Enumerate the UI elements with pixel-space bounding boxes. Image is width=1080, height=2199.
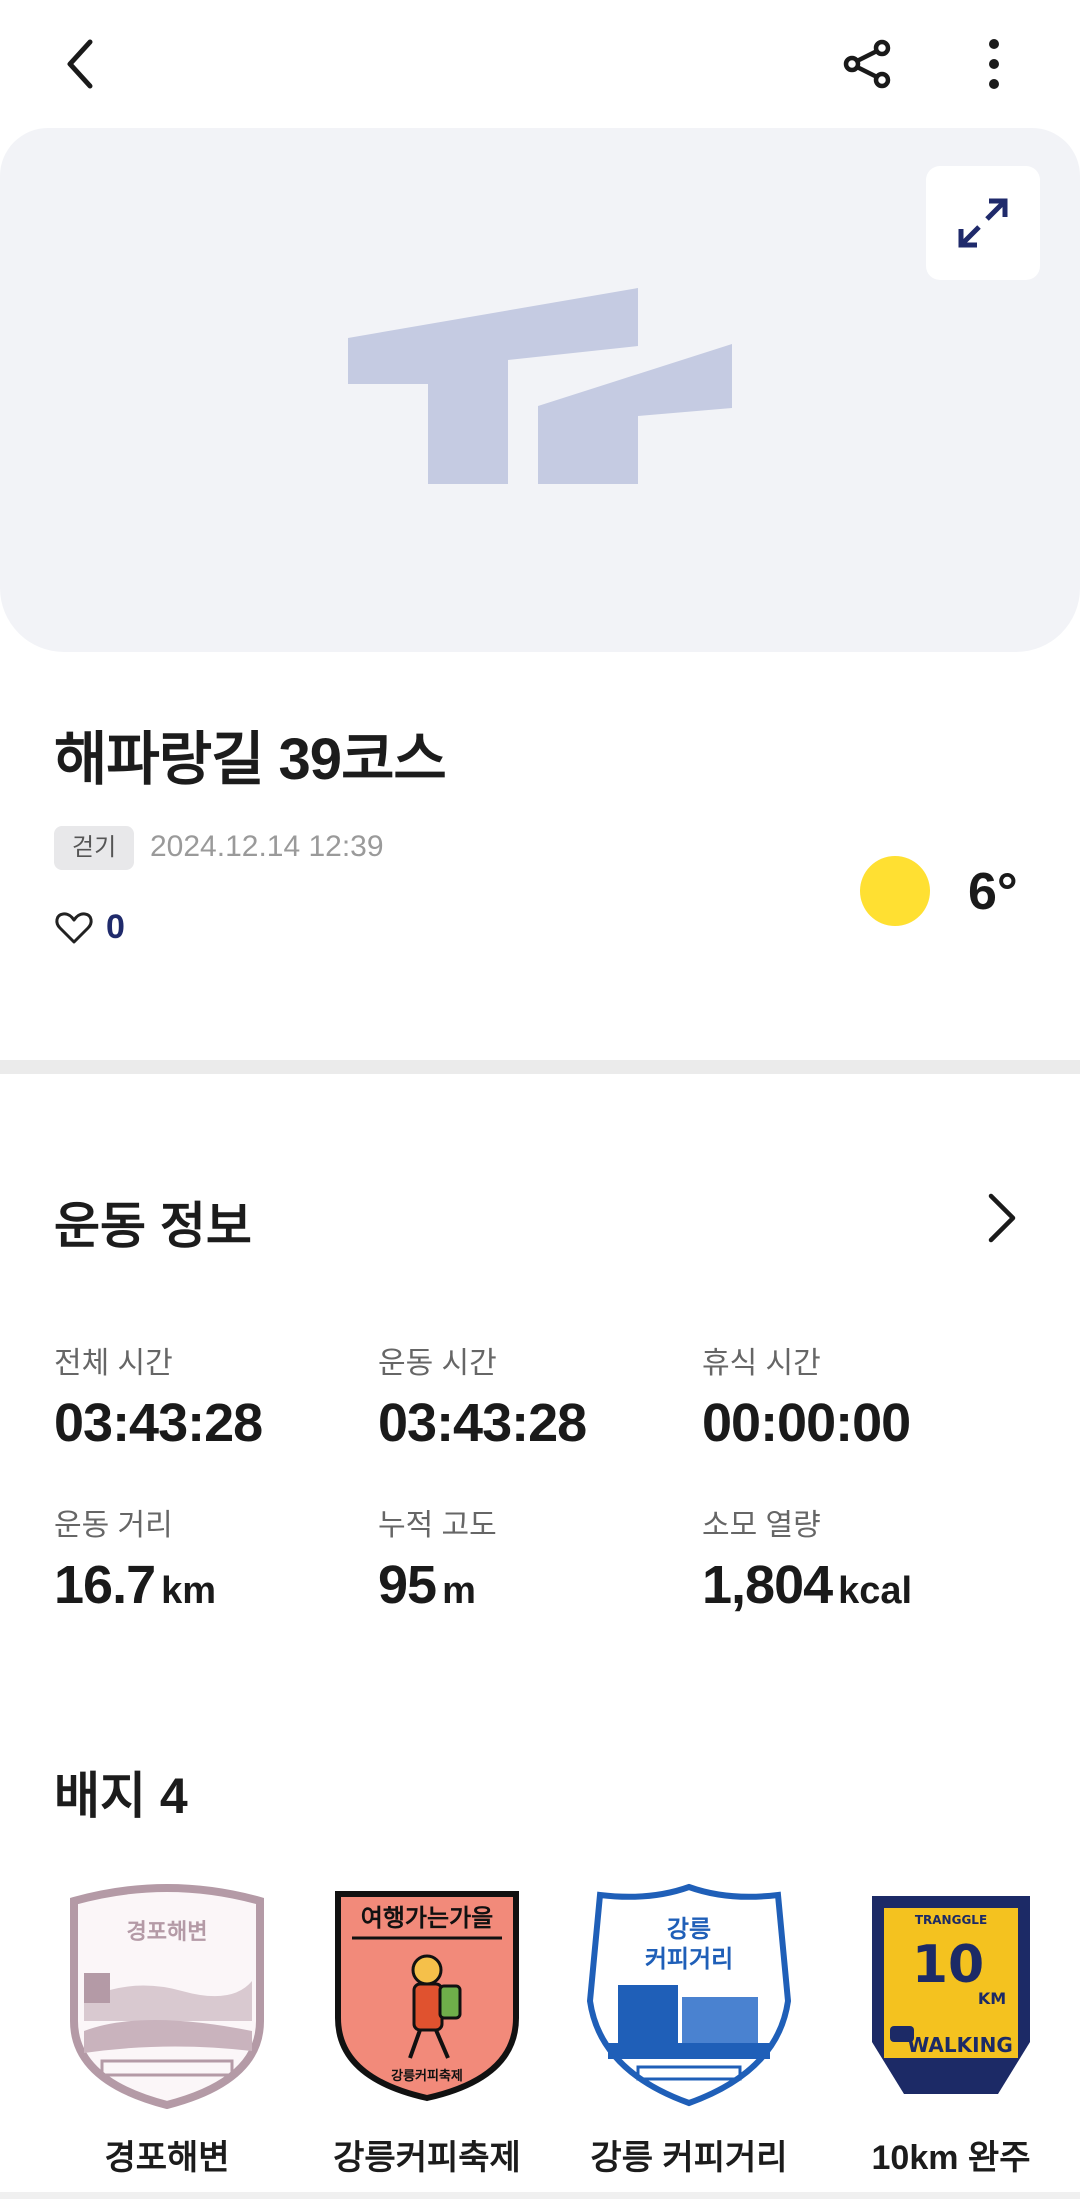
svg-text:강릉커피축제: 강릉커피축제: [391, 2068, 463, 2084]
stat-value: 00:00:00: [702, 1393, 911, 1453]
stat-value: 03:43:28: [54, 1393, 263, 1453]
badge-gyeongpo-image: 경포해변: [52, 1880, 282, 2110]
route-map[interactable]: [0, 128, 1080, 652]
share-button[interactable]: [832, 28, 904, 100]
badges-title: 배지 4: [54, 1768, 188, 1824]
svg-text:10: 10: [912, 1935, 984, 1995]
svg-text:커피거리: 커피거리: [645, 1945, 733, 1973]
top-bar: [0, 0, 1080, 128]
stat-value: 95 m: [378, 1555, 476, 1615]
badge-item[interactable]: 강릉 커피거리 강릉 커피거리: [574, 1880, 804, 2179]
badge-name: 강릉커피축제: [333, 2139, 521, 2177]
stat-label: 휴식 시간: [702, 1347, 821, 1380]
badge-name: 10km 완주: [871, 2139, 1031, 2177]
bottom-divider: [0, 2192, 1080, 2199]
stat-value: 16.7 km: [54, 1555, 217, 1615]
stat-elevation: 누적 고도 95 m: [378, 1500, 497, 1616]
stat-unit: m: [442, 1570, 476, 1612]
back-button[interactable]: [44, 28, 116, 100]
stat-unit: km: [161, 1570, 217, 1612]
stat-label: 소모 열량: [702, 1509, 821, 1542]
svg-text:WALKING: WALKING: [907, 2033, 1012, 2057]
badge-name: 경포해변: [104, 2139, 230, 2177]
stat-rest-time: 휴식 시간 00:00:00: [702, 1338, 911, 1454]
heart-icon: [55, 912, 93, 944]
activity-type-badge: 걷기: [54, 826, 135, 870]
badge-coffee-street-image: 강릉 커피거리: [574, 1880, 804, 2110]
svg-text:경포해변: 경포해변: [127, 1920, 208, 1945]
badge-item[interactable]: 경포해변 경포해변: [52, 1880, 282, 2179]
badge-name: 강릉 커피거리: [590, 2139, 788, 2177]
share-icon: [843, 39, 891, 89]
stat-unit: kcal: [838, 1570, 913, 1612]
stat-distance: 운동 거리 16.7 km: [54, 1500, 216, 1616]
svg-text:강릉: 강릉: [667, 1915, 711, 1943]
stat-label: 운동 거리: [54, 1509, 173, 1542]
sun-icon: [860, 856, 930, 926]
exercise-info-more-button[interactable]: [980, 1190, 1024, 1246]
stat-label: 누적 고도: [378, 1509, 497, 1542]
badge-10km-image: TRANGGLE 10 KM WALKING: [836, 1880, 1066, 2110]
exercise-info-title: 운동 정보: [54, 1198, 252, 1254]
chevron-right-icon: [988, 1193, 1016, 1243]
temperature: 6°: [968, 863, 1018, 921]
expand-map-button[interactable]: [926, 166, 1040, 280]
like-button[interactable]: [54, 908, 94, 953]
stat-value: 03:43:28: [378, 1393, 587, 1453]
stat-total-time: 전체 시간 03:43:28: [54, 1338, 263, 1454]
stat-label: 전체 시간: [54, 1347, 173, 1380]
svg-text:여행가는가을: 여행가는가을: [361, 1904, 493, 1932]
like-count: 0: [106, 908, 125, 946]
svg-text:TRANGGLE: TRANGGLE: [915, 1913, 987, 1927]
section-divider: [0, 1060, 1080, 1074]
stat-exercise-time: 운동 시간 03:43:28: [378, 1338, 587, 1454]
expand-icon: [958, 198, 1008, 248]
more-vertical-icon: [989, 39, 999, 89]
stat-calories: 소모 열량 1,804 kcal: [702, 1500, 912, 1616]
svg-text:KM: KM: [978, 1989, 1006, 2008]
chevron-left-icon: [67, 39, 93, 89]
logo-icon: [348, 288, 732, 484]
stat-value: 1,804 kcal: [702, 1555, 913, 1615]
activity-title: 해파랑길 39코스: [54, 727, 447, 792]
activity-datetime: 2024.12.14 12:39: [150, 830, 384, 863]
badge-item[interactable]: 여행가는가을 강릉커피축제 강릉커피축제: [312, 1880, 542, 2179]
badge-item[interactable]: TRANGGLE 10 KM WALKING 10km 완주: [836, 1880, 1066, 2179]
badge-coffee-festival-image: 여행가는가을 강릉커피축제: [312, 1880, 542, 2110]
stat-label: 운동 시간: [378, 1347, 497, 1380]
more-options-button[interactable]: [958, 28, 1030, 100]
